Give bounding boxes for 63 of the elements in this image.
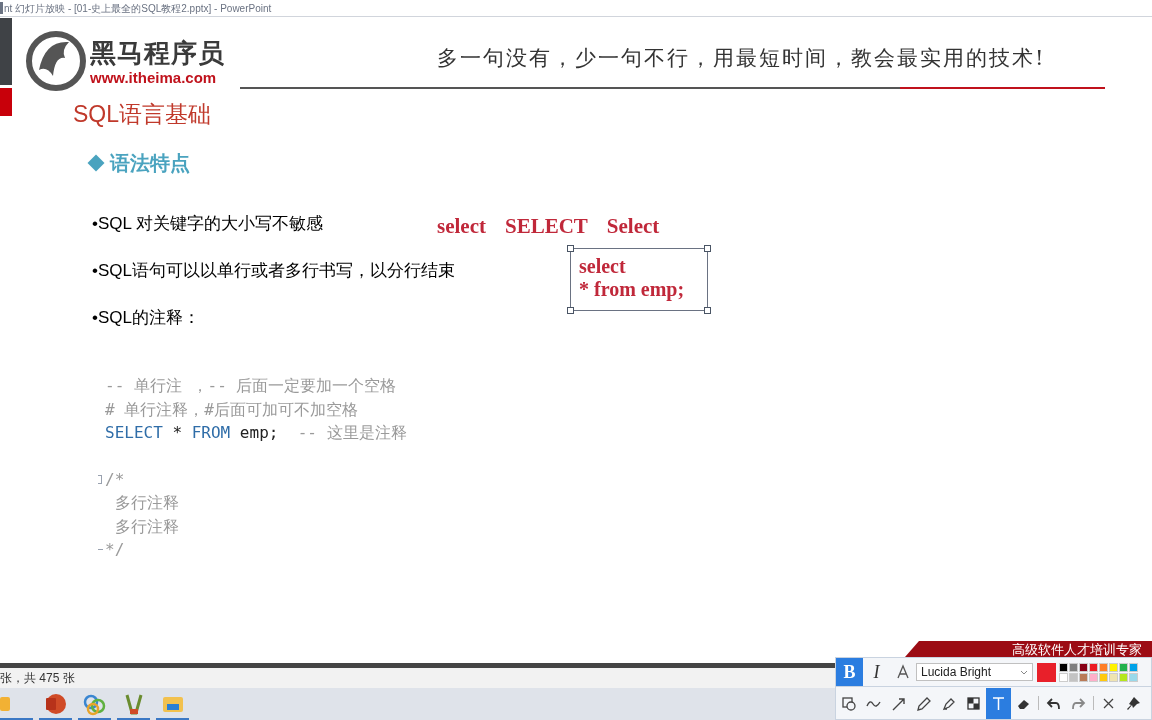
bullet-text: •SQL 对关键字的大小写不敏感 — [92, 215, 324, 232]
italic-button[interactable]: I — [863, 658, 890, 686]
text-box-line: * from emp; — [579, 278, 686, 301]
font-outline-icon[interactable] — [896, 664, 910, 680]
color-swatch[interactable] — [1079, 672, 1088, 682]
pencil-icon — [916, 695, 931, 711]
section-heading: 语法特点 — [110, 151, 190, 176]
resize-handle[interactable] — [567, 245, 574, 252]
resize-handle[interactable] — [704, 307, 711, 314]
color-swatch[interactable] — [1109, 662, 1118, 672]
brand-name: 黑马程序员 — [90, 40, 225, 66]
color-swatch[interactable] — [1069, 662, 1078, 672]
fold-marker-icon[interactable] — [98, 474, 102, 484]
redo-icon — [1071, 695, 1086, 711]
mosaic-icon — [966, 695, 981, 711]
caret-icon — [1020, 669, 1028, 675]
keyword-text: SELECT — [504, 213, 588, 240]
text-box-line: select — [579, 255, 627, 278]
color-swatch[interactable] — [1129, 662, 1138, 672]
color-swatch[interactable] — [1099, 662, 1108, 672]
brand-url: www.itheima.com — [90, 70, 217, 85]
resize-handle[interactable] — [567, 307, 574, 314]
bullet-text: •SQL语句可以以单行或者多行书写，以分行结束 — [92, 262, 455, 279]
status-text: 张，共 475 张 — [0, 670, 75, 687]
keyword-text: select — [437, 213, 486, 240]
code-line: -- 单行注 ，-- 后面一定要加一个空格 — [105, 375, 397, 397]
undo-icon — [1046, 695, 1061, 711]
folder-icon — [0, 697, 10, 711]
code-line: # 单行注释，#后面可加可不加空格 — [105, 398, 358, 421]
code-line: /* — [105, 468, 125, 491]
code-line: */ — [105, 539, 125, 561]
keyword-text: Select — [606, 213, 660, 240]
color-swatch[interactable] — [1059, 662, 1068, 672]
color-swatch[interactable] — [1089, 662, 1098, 672]
slogan: 多一句没有，少一句不行，用最短时间，教会最实用的技术! — [437, 48, 1046, 69]
logo-icon — [25, 30, 87, 92]
color-swatch[interactable] — [1119, 672, 1128, 682]
color-swatch[interactable] — [1059, 672, 1068, 682]
resize-handle[interactable] — [704, 245, 711, 252]
text-tool-icon — [991, 695, 1006, 711]
slide-title: SQL语言基础 — [73, 103, 212, 126]
code-line: SELECT * FROM emp; -- 这里是注释 — [105, 422, 407, 444]
side-strip — [0, 18, 12, 85]
font-name: Lucida Bright — [921, 664, 992, 681]
code-line: 多行注释 — [113, 515, 179, 538]
shape-icon — [841, 695, 856, 711]
font-dropdown[interactable]: Lucida Bright — [916, 663, 1033, 681]
color-swatch[interactable] — [1099, 672, 1108, 682]
code-line: 多行注释 — [113, 492, 179, 514]
color-swatch[interactable] — [1129, 672, 1138, 682]
color-swatch[interactable] — [1119, 662, 1128, 672]
pin-icon — [1126, 695, 1141, 711]
color-swatch[interactable] — [1089, 672, 1098, 682]
side-strip — [0, 88, 12, 116]
text-box[interactable]: select * from emp; — [570, 248, 708, 311]
banner-text: 高级软件人才培训专家 — [1012, 642, 1142, 656]
bold-button[interactable]: B — [836, 658, 863, 686]
color-swatch[interactable] — [1079, 662, 1088, 672]
bullet-text: •SQL的注释： — [92, 309, 200, 326]
arrow-icon — [891, 695, 906, 711]
color-swatch[interactable] — [1069, 672, 1078, 682]
window-title: nt 幻灯片放映 - [01-史上最全的SQL教程2.pptx] - PowerPoint — [4, 1, 272, 16]
color-swatch[interactable] — [1109, 672, 1118, 682]
